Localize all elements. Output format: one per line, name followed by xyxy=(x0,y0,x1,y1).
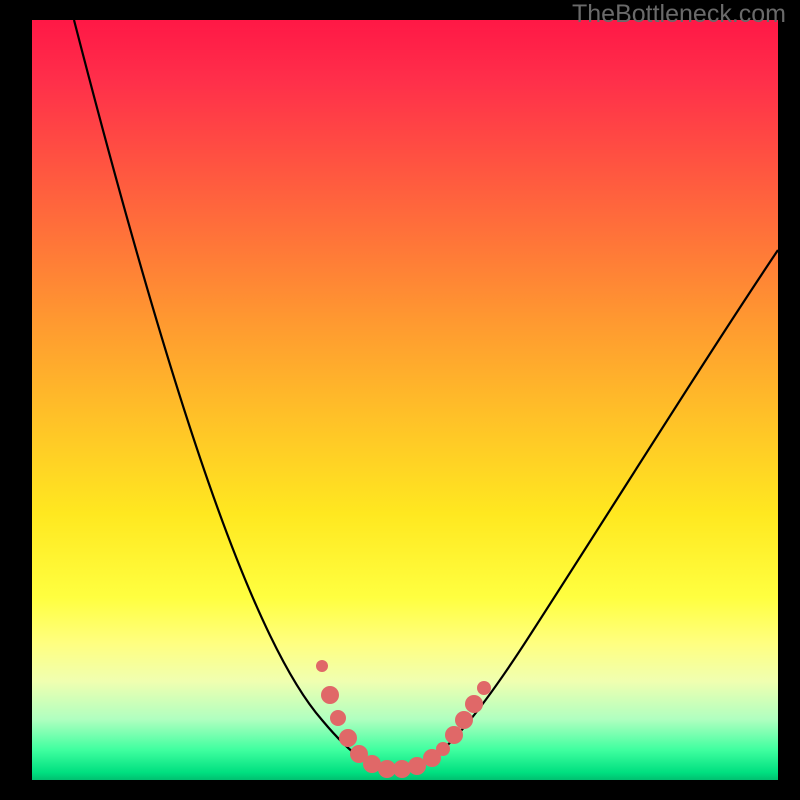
data-marker xyxy=(330,710,346,726)
watermark-text: TheBottleneck.com xyxy=(572,0,786,29)
chart-plot-area xyxy=(32,20,778,780)
bottleneck-curve-path xyxy=(74,20,778,769)
data-marker xyxy=(465,695,483,713)
data-marker xyxy=(445,726,463,744)
data-marker xyxy=(316,660,328,672)
data-marker xyxy=(455,711,473,729)
data-marker xyxy=(436,742,450,756)
data-marker xyxy=(477,681,491,695)
data-marker xyxy=(321,686,339,704)
chart-svg xyxy=(32,20,778,780)
data-marker xyxy=(393,760,411,778)
data-marker xyxy=(339,729,357,747)
marker-group xyxy=(316,660,491,778)
